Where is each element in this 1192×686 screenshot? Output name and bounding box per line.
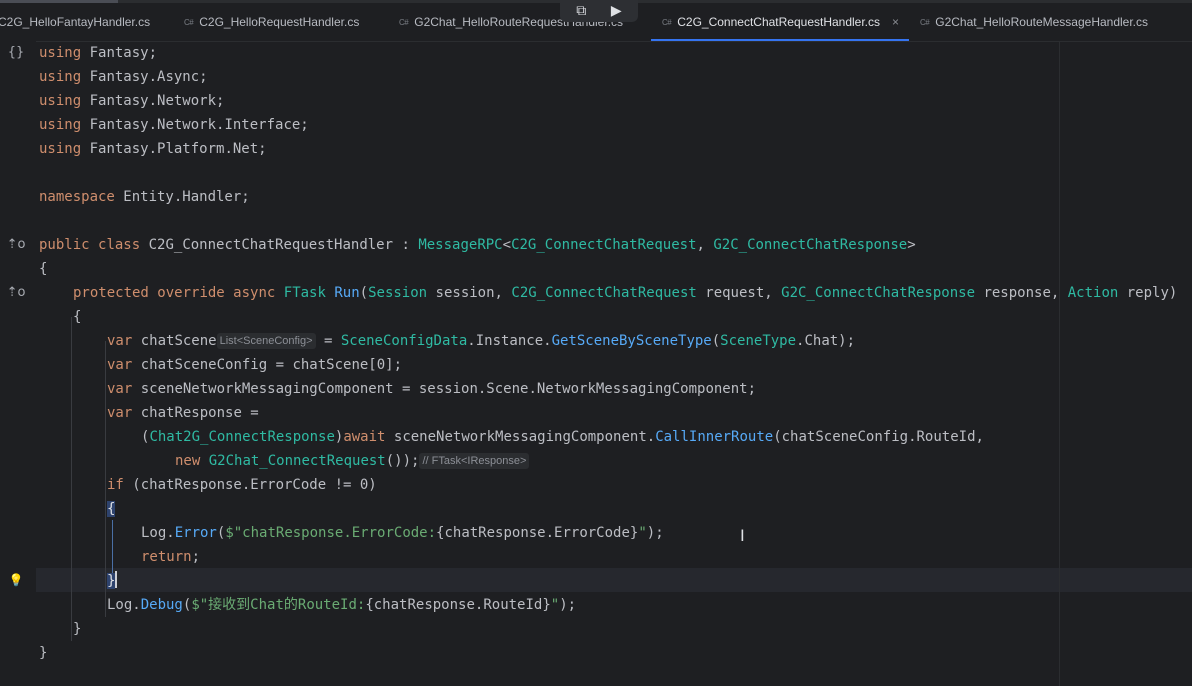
code-line-11: protected override async FTask Run(Sessi… xyxy=(73,285,1178,301)
video-play-icon[interactable]: ▶ xyxy=(611,3,622,19)
code-line-19: if (chatResponse.ErrorCode != 0) xyxy=(107,477,377,493)
implemented-interface-icon[interactable]: ⇡o xyxy=(4,233,28,257)
matched-brace: } xyxy=(107,573,116,589)
csharp-file-icon: C# xyxy=(920,17,930,27)
text-caret xyxy=(115,571,118,588)
code-line-15: var sceneNetworkMessagingComponent = ses… xyxy=(107,381,757,397)
code-line-18: new G2Chat_ConnectRequest());// FTask<IR… xyxy=(175,449,530,473)
code-line-21: Log.Error($"chatResponse.ErrorCode:{chat… xyxy=(141,525,664,541)
editor-gutter: {} ⇡o ⇡o 💡 xyxy=(0,41,36,686)
code-line-24: Log.Debug($"接收到Chat的RouteId:{chatRespons… xyxy=(107,597,577,613)
code-line-26: } xyxy=(39,645,48,661)
mouse-ibeam-cursor-icon: I xyxy=(740,526,745,545)
code-line-23: } xyxy=(107,569,118,593)
code-line-14: var chatSceneConfig = chatScene[0]; xyxy=(107,357,403,373)
tab-label: C2G_HelloFantayHandler.cs xyxy=(0,15,151,29)
code-line-12: { xyxy=(73,309,82,325)
tab-label: C2G_HelloRequestHandler.cs xyxy=(199,15,360,29)
code-line-4: using Fantasy.Network.Interface; xyxy=(39,117,309,133)
indent-guide xyxy=(105,341,106,617)
matched-brace: { xyxy=(107,501,116,517)
tab-c2g-hello-fantay-handler[interactable]: C2G_HelloFantayHandler.cs xyxy=(0,3,150,41)
picture-in-picture-icon[interactable]: ⧉ xyxy=(576,3,586,19)
tab-label: C2G_ConnectChatRequestHandler.cs xyxy=(677,15,881,29)
indent-guide xyxy=(71,317,72,641)
tab-c2g-hello-request-handler[interactable]: C# C2G_HelloRequestHandler.cs xyxy=(184,3,359,41)
csharp-file-icon: C# xyxy=(399,17,409,27)
right-margin-guide xyxy=(1059,41,1060,686)
screen-capture-toolbar: ⧉ ▶ xyxy=(560,0,638,22)
code-line-13: var chatScene List<SceneConfig> = SceneCo… xyxy=(107,333,856,349)
csharp-file-icon: C# xyxy=(184,17,194,27)
type-hint: // FTask<IResponse> xyxy=(419,453,530,469)
indent-guide-active xyxy=(112,520,113,575)
tab-label: G2Chat_HelloRouteMessageHandler.cs xyxy=(935,15,1149,29)
code-line-3: using Fantasy.Network; xyxy=(39,93,225,109)
code-line-2: using Fantasy.Async; xyxy=(39,69,208,85)
tab-c2g-connect-chat-request-handler[interactable]: C# C2G_ConnectChatRequestHandler.cs × xyxy=(651,3,909,41)
csharp-file-icon: C# xyxy=(662,17,672,27)
code-editor[interactable]: {} ⇡o ⇡o 💡 using Fantasy; using Fantasy.… xyxy=(0,41,1192,686)
code-line-20: { xyxy=(107,497,116,521)
code-line-10: { xyxy=(39,261,48,277)
code-line-22: return; xyxy=(141,549,201,565)
close-tab-icon[interactable]: × xyxy=(892,15,899,29)
code-line-25: } xyxy=(73,621,82,637)
code-line-7: namespace Entity.Handler; xyxy=(39,189,250,205)
code-line-5: using Fantasy.Platform.Net; xyxy=(39,141,267,157)
lightbulb-icon[interactable]: 💡 xyxy=(4,568,28,592)
braces-icon: {} xyxy=(7,45,25,60)
code-line-9: public class C2G_ConnectChatRequestHandl… xyxy=(39,237,916,253)
code-line-1: using Fantasy; xyxy=(39,45,158,61)
current-line-highlight xyxy=(36,568,1192,592)
code-line-16: var chatResponse = xyxy=(107,405,259,421)
type-hint: List<SceneConfig> xyxy=(216,333,316,349)
override-method-icon[interactable]: ⇡o xyxy=(4,281,28,305)
tab-g2chat-hello-route-message-handler[interactable]: C# G2Chat_HelloRouteMessageHandler.cs xyxy=(920,3,1148,41)
code-line-17: (Chat2G_ConnectResponse)await sceneNetwo… xyxy=(141,429,984,445)
